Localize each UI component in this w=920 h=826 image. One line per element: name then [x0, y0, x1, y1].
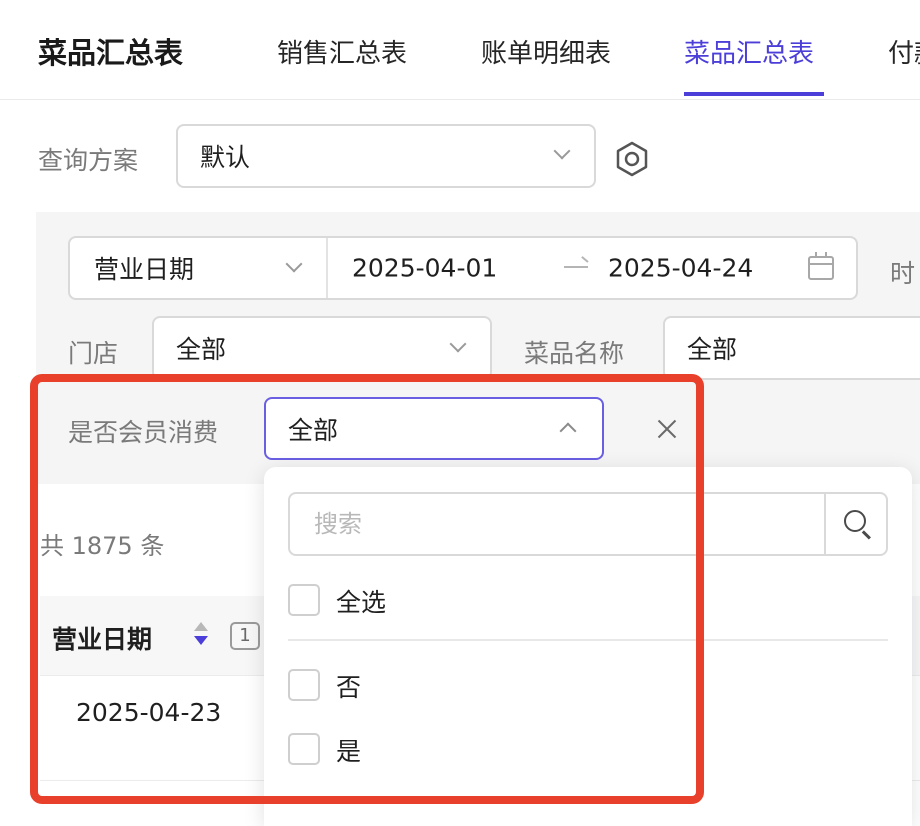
- tab-dish-summary[interactable]: 菜品汇总表: [684, 33, 814, 70]
- store-select[interactable]: 全部: [152, 316, 492, 380]
- tab-sales-summary[interactable]: 销售汇总表: [277, 33, 407, 70]
- gear-icon[interactable]: [614, 141, 650, 177]
- dish-name-value: 全部: [687, 335, 738, 364]
- date-type-select[interactable]: 营业日期: [70, 238, 328, 298]
- calendar-icon[interactable]: [808, 252, 834, 280]
- date-type-value: 营业日期: [94, 255, 195, 284]
- sort-order-badge: 1: [230, 622, 260, 650]
- dish-name-select[interactable]: 全部: [663, 316, 920, 380]
- option-yes-checkbox[interactable]: [288, 733, 320, 765]
- select-all-label: 全选: [336, 588, 387, 617]
- dish-name-label: 菜品名称: [524, 339, 625, 368]
- select-all-checkbox[interactable]: [288, 584, 320, 616]
- dropdown-search-input[interactable]: [292, 496, 822, 552]
- sort-descending-icon: [194, 636, 208, 645]
- search-button[interactable]: [824, 494, 886, 554]
- column-header-business-date[interactable]: 营业日期: [52, 620, 152, 656]
- member-consumption-value: 全部: [288, 415, 339, 445]
- chevron-up-icon: [559, 422, 577, 440]
- option-no-checkbox[interactable]: [288, 669, 320, 701]
- date-start-input[interactable]: 2025-04-01: [352, 254, 497, 283]
- close-icon[interactable]: [652, 414, 682, 444]
- table-cell: 2025-04-23: [76, 698, 222, 727]
- sort-icon[interactable]: [192, 620, 210, 650]
- chevron-down-icon: [449, 335, 467, 353]
- query-plan-label: 查询方案: [38, 146, 139, 175]
- store-label: 门店: [68, 339, 119, 368]
- option-yes-label: 是: [336, 737, 362, 766]
- top-bar: 菜品汇总表 销售汇总表 账单明细表 菜品汇总表 付款: [0, 0, 920, 100]
- member-consumption-select[interactable]: 全部: [264, 397, 604, 460]
- option-no-label: 否: [336, 673, 362, 702]
- chevron-down-icon: [553, 142, 571, 160]
- tab-payment[interactable]: 付款: [888, 33, 920, 70]
- arrow-right-icon: [564, 266, 588, 268]
- chevron-down-icon: [285, 255, 303, 273]
- active-tab-indicator: [684, 92, 824, 96]
- dropdown-search-box: [288, 492, 888, 556]
- sort-ascending-icon: [194, 622, 208, 631]
- search-icon: [844, 510, 866, 532]
- query-plan-value: 默认: [200, 143, 251, 172]
- member-consumption-label: 是否会员消费: [68, 418, 219, 447]
- time-filter-label: 时: [890, 259, 916, 288]
- store-value: 全部: [176, 335, 227, 364]
- date-range-group: 营业日期 2025-04-01 2025-04-24: [68, 236, 858, 300]
- page-title: 菜品汇总表: [38, 36, 184, 70]
- total-count: 共 1875 条: [40, 532, 165, 560]
- options-divider: [288, 639, 888, 641]
- query-plan-select[interactable]: 默认: [176, 124, 596, 188]
- date-end-input[interactable]: 2025-04-24: [608, 254, 753, 283]
- tab-bill-detail[interactable]: 账单明细表: [481, 33, 611, 70]
